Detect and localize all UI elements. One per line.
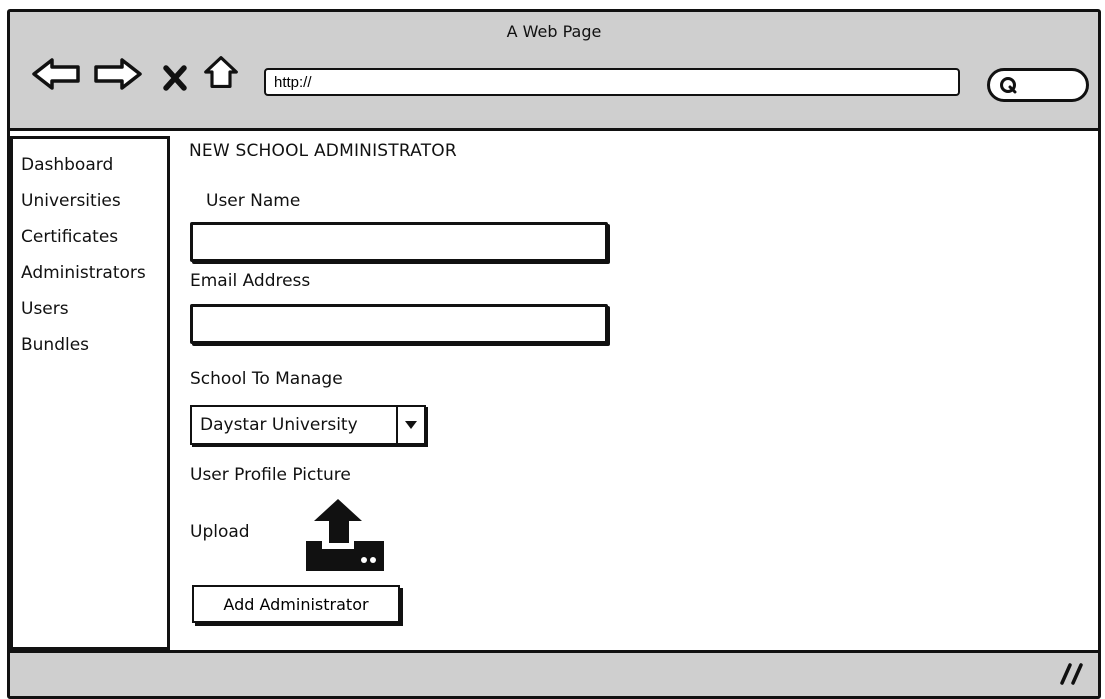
close-icon[interactable] bbox=[162, 60, 188, 96]
page-title: NEW SCHOOL ADMINISTRATOR bbox=[189, 141, 457, 161]
resize-grip-icon[interactable] bbox=[1060, 663, 1084, 685]
window-title: A Web Page bbox=[506, 22, 602, 41]
status-bar bbox=[10, 650, 1098, 696]
back-arrow-icon[interactable] bbox=[30, 56, 84, 92]
username-field[interactable] bbox=[190, 222, 608, 262]
sidebar-item-universities[interactable]: Universities bbox=[13, 183, 167, 219]
browser-toolbar: A Web Page bbox=[10, 12, 1098, 131]
school-select-value: Daystar University bbox=[200, 415, 358, 435]
school-label: School To Manage bbox=[190, 369, 343, 389]
sidebar-item-administrators[interactable]: Administrators bbox=[13, 255, 167, 291]
sidebar-item-certificates[interactable]: Certificates bbox=[13, 219, 167, 255]
address-bar[interactable] bbox=[264, 68, 960, 96]
browser-search-box[interactable] bbox=[987, 68, 1089, 102]
chevron-down-icon bbox=[405, 421, 417, 429]
sidebar-item-bundles[interactable]: Bundles bbox=[13, 327, 167, 363]
main-content: NEW SCHOOL ADMINISTRATOR User Name Email… bbox=[173, 131, 1098, 696]
browser-window: A Web Page Dashboard Universities Certif bbox=[7, 9, 1101, 699]
sidebar-item-dashboard[interactable]: Dashboard bbox=[13, 147, 167, 183]
upload-label: Upload bbox=[190, 522, 250, 542]
sidebar-nav: Dashboard Universities Certificates Admi… bbox=[10, 136, 170, 650]
home-icon[interactable] bbox=[200, 54, 242, 90]
username-label: User Name bbox=[206, 191, 301, 211]
school-select[interactable]: Daystar University bbox=[190, 405, 426, 445]
sidebar-item-users[interactable]: Users bbox=[13, 291, 167, 327]
forward-arrow-icon[interactable] bbox=[90, 56, 144, 92]
upload-icon[interactable] bbox=[306, 499, 384, 571]
search-icon bbox=[1000, 77, 1017, 94]
dropdown-arrow[interactable] bbox=[396, 407, 424, 443]
add-administrator-button[interactable]: Add Administrator bbox=[192, 585, 400, 623]
email-label: Email Address bbox=[190, 271, 311, 291]
picture-label: User Profile Picture bbox=[190, 465, 351, 485]
email-field[interactable] bbox=[190, 304, 608, 344]
